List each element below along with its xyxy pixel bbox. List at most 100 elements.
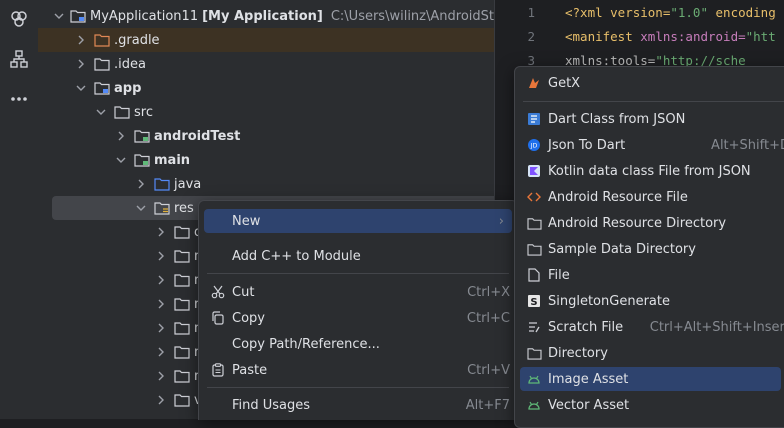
module-folder-icon: [94, 80, 110, 96]
tree-row-androidtest[interactable]: androidTest: [38, 124, 494, 148]
menu-item-label: Json To Dart: [548, 137, 626, 153]
source-folder-icon: [154, 176, 170, 192]
tree-label: main: [154, 152, 191, 168]
folder-icon: [174, 344, 190, 360]
submenu-item-directory[interactable]: Directory: [520, 341, 784, 365]
code-token: "htt: [745, 29, 776, 44]
svg-text:JD: JD: [530, 143, 538, 150]
menu-item-label: Android Resource File: [548, 189, 688, 205]
tree-row-main[interactable]: main: [38, 148, 494, 172]
submenu-item-getx[interactable]: GetX: [520, 71, 784, 95]
menu-separator: [207, 387, 509, 388]
folder-icon: [174, 224, 190, 240]
folder-icon: [174, 320, 190, 336]
tree-row-gradle[interactable]: .gradle: [38, 28, 494, 52]
submenu-item-json-to-dart[interactable]: JD Json To Dart Alt+Shift+D: [520, 133, 784, 157]
code-token: encoding: [708, 5, 776, 20]
tree-label: .idea: [114, 56, 146, 72]
android-icon: [526, 371, 542, 387]
chevron-right-icon[interactable]: [114, 129, 128, 143]
tree-row-java[interactable]: java: [38, 172, 494, 196]
menu-item-label: SingletonGenerate: [548, 293, 670, 309]
tree-row-src[interactable]: src: [38, 100, 494, 124]
menu-item-copy-path[interactable]: Copy Path/Reference...: [204, 332, 512, 356]
folder-icon: [526, 215, 542, 231]
tree-label: app: [114, 80, 142, 96]
chevron-right-icon[interactable]: [154, 249, 168, 263]
menu-item-label: Image Asset: [548, 371, 629, 387]
folder-icon: [174, 392, 190, 408]
menu-item-label: GetX: [548, 75, 581, 91]
chevron-down-icon[interactable]: [74, 81, 88, 95]
menu-item-new[interactable]: New ›: [204, 209, 512, 233]
folder-icon: [174, 296, 190, 312]
tree-label: androidTest: [154, 128, 241, 144]
singleton-icon: S: [526, 293, 542, 309]
chevron-right-icon[interactable]: [154, 273, 168, 287]
chevron-down-icon[interactable]: [94, 105, 108, 119]
scissors-icon: [210, 284, 226, 300]
menu-separator: [523, 101, 784, 102]
new-submenu: GetX Dart Class from JSON JD Json To Dar…: [514, 66, 784, 428]
submenu-item-image-asset[interactable]: Image Asset: [520, 367, 781, 391]
chevron-right-icon[interactable]: [74, 57, 88, 71]
submenu-item-singleton-generate[interactable]: S SingletonGenerate: [520, 289, 784, 313]
menu-item-label: Copy Path/Reference...: [232, 336, 380, 352]
menu-item-label: Cut: [232, 284, 255, 300]
chevron-right-icon[interactable]: [154, 369, 168, 383]
menu-item-label: Copy: [232, 310, 265, 326]
folder-icon: [526, 345, 542, 361]
json-to-dart-icon: JD: [526, 137, 542, 153]
menu-item-add-cpp[interactable]: Add C++ to Module: [204, 244, 512, 268]
line-number: 2: [527, 29, 535, 44]
chevron-right-icon[interactable]: [154, 297, 168, 311]
tree-row-app[interactable]: app: [38, 76, 494, 100]
submenu-item-file[interactable]: File: [520, 263, 784, 287]
submenu-item-vector-asset[interactable]: Vector Asset: [520, 393, 784, 417]
submenu-item-android-resource-directory[interactable]: Android Resource Directory: [520, 211, 784, 235]
menu-shortcut: Alt+F7: [465, 397, 510, 413]
resource-folder-icon: [154, 200, 170, 216]
folder-icon: [174, 248, 190, 264]
line-number: 1: [527, 5, 535, 20]
structure-icon[interactable]: [8, 48, 30, 70]
submenu-item-scratch-file[interactable]: Scratch File Ctrl+Alt+Shift+Insert: [520, 315, 784, 339]
chevron-right-icon[interactable]: [134, 177, 148, 191]
folder-icon: [94, 56, 110, 72]
android-icon: [526, 397, 542, 413]
tree-row-idea[interactable]: .idea: [38, 52, 494, 76]
submenu-item-android-resource-file[interactable]: Android Resource File: [520, 185, 784, 209]
code-token: <manifest: [565, 29, 641, 44]
getx-icon: [526, 75, 542, 91]
chevron-right-icon[interactable]: [154, 225, 168, 239]
menu-item-label: Dart Class from JSON: [548, 111, 686, 127]
more-icon[interactable]: [8, 88, 30, 110]
submenu-item-sample-data-directory[interactable]: Sample Data Directory: [520, 237, 784, 261]
chevron-right-icon[interactable]: [154, 321, 168, 335]
kotlin-json-icon: [526, 163, 542, 179]
chevron-down-icon[interactable]: [134, 201, 148, 215]
tree-label: java: [174, 176, 202, 192]
menu-separator: [207, 273, 509, 274]
svg-text:S: S: [530, 297, 537, 308]
tree-row-root[interactable]: MyApplication11 [My Application] C:\User…: [38, 4, 494, 28]
resource-manager-icon[interactable]: [8, 8, 30, 30]
menu-item-paste[interactable]: Paste Ctrl+V: [204, 358, 512, 382]
menu-shortcut: Alt+Shift+D: [711, 137, 784, 153]
menu-item-copy[interactable]: Copy Ctrl+C: [204, 306, 512, 330]
chevron-right-icon[interactable]: [154, 345, 168, 359]
copy-icon: [210, 310, 226, 326]
menu-item-find-usages[interactable]: Find Usages Alt+F7: [204, 393, 512, 417]
menu-item-cut[interactable]: Cut Ctrl+X: [204, 280, 512, 304]
code-token: <?xml version=: [565, 5, 671, 20]
test-folder-icon: [134, 128, 150, 144]
chevron-right-icon[interactable]: [154, 393, 168, 407]
chevron-down-icon[interactable]: [114, 153, 128, 167]
menu-item-label: Add C++ to Module: [232, 248, 361, 264]
code-token: xmlns:android=: [640, 29, 746, 44]
submenu-item-kotlin-data-class[interactable]: Kotlin data class File from JSON: [520, 159, 784, 183]
context-menu: New › Add C++ to Module Cut Ctrl+X Copy …: [198, 200, 518, 420]
chevron-down-icon[interactable]: [54, 9, 64, 23]
submenu-item-dart-class-json[interactable]: Dart Class from JSON: [520, 107, 784, 131]
chevron-right-icon[interactable]: [74, 33, 88, 47]
